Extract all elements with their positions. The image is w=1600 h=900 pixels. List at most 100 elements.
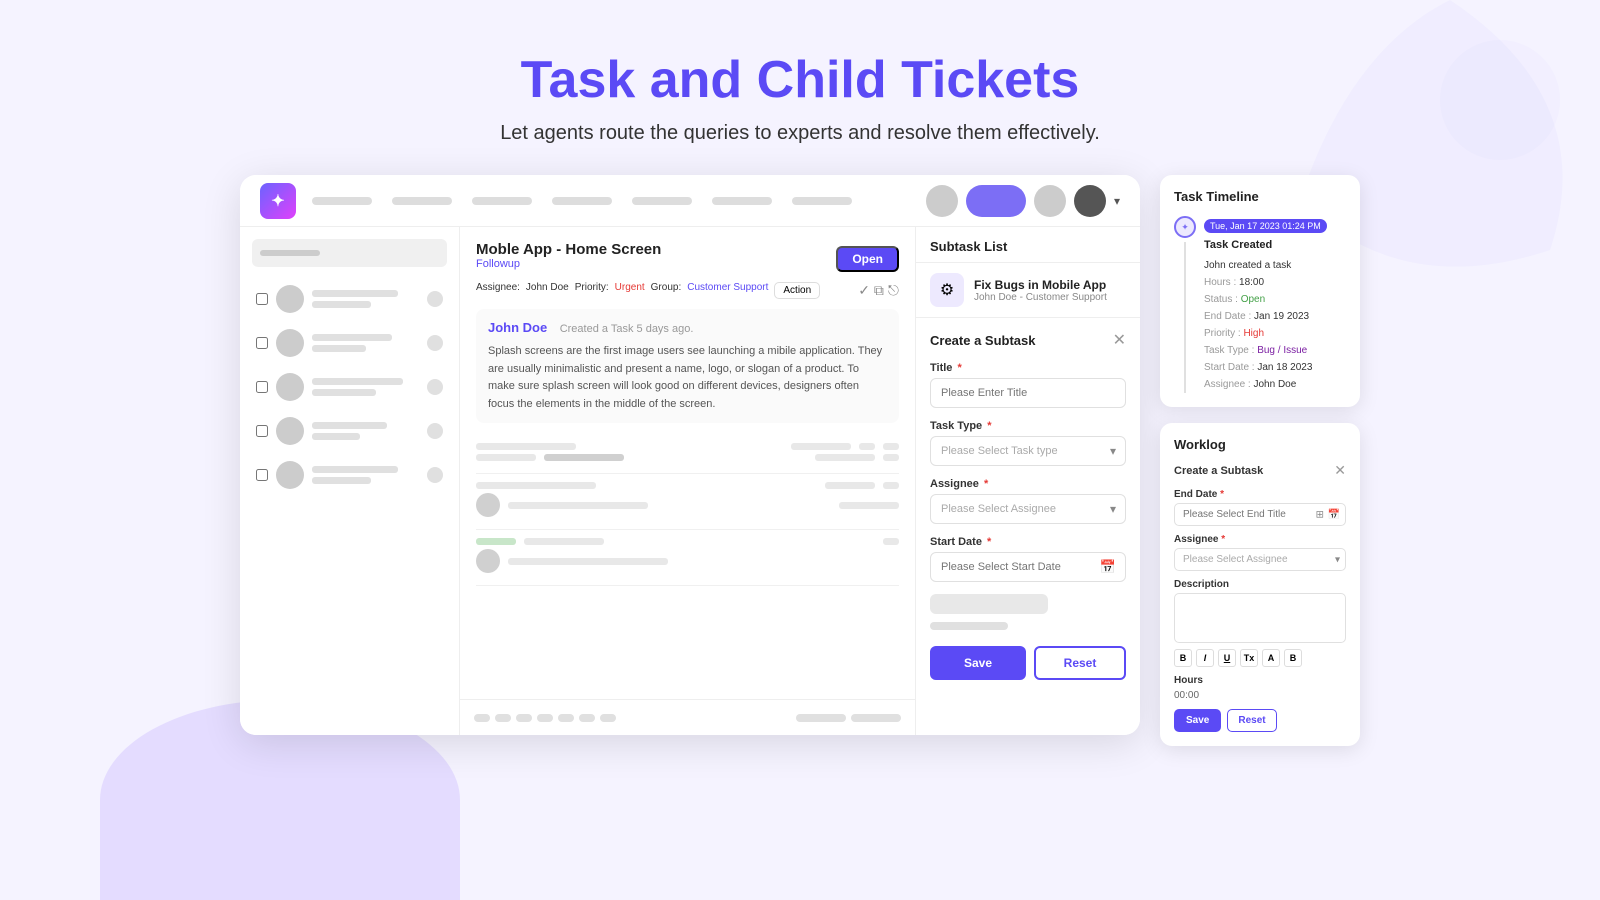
sidebar-checkbox[interactable]	[256, 469, 268, 481]
worklog-toolbar: B I U Tx A B	[1174, 649, 1346, 667]
list-item[interactable]	[476, 435, 899, 474]
reset-button[interactable]: Reset	[1034, 646, 1126, 680]
color-icon[interactable]: A	[1262, 649, 1280, 667]
start-date-wrapper: 📅	[930, 552, 1126, 582]
page-dot[interactable]	[474, 714, 490, 722]
start-date-field-group: Start Date * 📅	[930, 536, 1126, 582]
sidebar-lines	[312, 334, 419, 352]
nav-avatar-3	[1034, 185, 1066, 217]
text-icon[interactable]: Tx	[1240, 649, 1258, 667]
list-avatar	[476, 549, 500, 573]
list-avatar	[476, 493, 500, 517]
subtask-name: Fix Bugs in Mobile App	[974, 278, 1107, 292]
sidebar-checkbox[interactable]	[256, 293, 268, 305]
page-dot[interactable]	[516, 714, 532, 722]
sidebar-avatar	[276, 329, 304, 357]
chevron-down-icon: ▾	[1114, 194, 1120, 208]
form-placeholder-bar	[930, 594, 1048, 614]
sidebar-search[interactable]	[252, 239, 447, 267]
subtask-list-header: Subtask List	[916, 227, 1140, 263]
page-dot[interactable]	[579, 714, 595, 722]
nav-item[interactable]	[312, 197, 372, 205]
nav-avatar-2	[966, 185, 1026, 217]
nav-item[interactable]	[472, 197, 532, 205]
subtask-team: John Doe - Customer Support	[974, 292, 1107, 303]
task-type-select[interactable]: Please Select Task type	[930, 436, 1126, 466]
sidebar-checkbox[interactable]	[256, 337, 268, 349]
sidebar-avatar	[276, 285, 304, 313]
timeline-detail-row: Start Date : Jan 18 2023	[1204, 359, 1346, 376]
list-bar	[508, 558, 668, 565]
bold2-icon[interactable]: B	[1284, 649, 1302, 667]
timeline-detail-row: Priority : High	[1204, 325, 1346, 342]
nav-item[interactable]	[792, 197, 852, 205]
subtask-list-item[interactable]: ⚙ Fix Bugs in Mobile App John Doe - Cust…	[916, 263, 1140, 318]
timeline-title: Task Timeline	[1174, 189, 1346, 204]
nav-item[interactable]	[712, 197, 772, 205]
ticket-area: Moble App - Home Screen Followup Open As…	[460, 227, 915, 735]
sidebar-item[interactable]	[252, 411, 447, 451]
subtask-panel: Subtask List ⚙ Fix Bugs in Mobile App	[915, 227, 1140, 735]
page-dot[interactable]	[495, 714, 511, 722]
worklog-assignee-field: Assignee * Please Select Assignee ▾	[1174, 534, 1346, 571]
timeline-detail-row: End Date : Jan 19 2023	[1204, 308, 1346, 325]
sidebar-item[interactable]	[252, 367, 447, 407]
sidebar-line	[312, 477, 371, 484]
sidebar-line	[312, 389, 376, 396]
page-dot[interactable]	[558, 714, 574, 722]
page-dot[interactable]	[600, 714, 616, 722]
sidebar-dot	[427, 423, 443, 439]
worklog-save-button[interactable]: Save	[1174, 709, 1221, 732]
message-body: Splash screens are the first image users…	[488, 343, 887, 413]
page-nav-btn[interactable]	[851, 714, 901, 722]
assignee-select[interactable]: Please Select Assignee	[930, 494, 1126, 524]
action-button[interactable]: Action	[774, 282, 820, 299]
sidebar	[240, 227, 460, 735]
start-date-label: Start Date *	[930, 536, 1126, 548]
share-icon[interactable]: ⎋	[888, 282, 899, 299]
nav-item[interactable]	[632, 197, 692, 205]
ticket-pagination	[460, 699, 915, 735]
task-type-label: Task Type *	[930, 420, 1126, 432]
open-status-button[interactable]: Open	[836, 246, 899, 272]
nav-items	[312, 197, 910, 205]
timeline-dot: ✦	[1174, 216, 1196, 238]
nav-right: ▾	[926, 185, 1120, 217]
worklog-assignee-label: Assignee *	[1174, 534, 1346, 545]
worklog-hours-label: Hours	[1174, 675, 1346, 686]
nav-item[interactable]	[552, 197, 612, 205]
sidebar-item[interactable]	[252, 323, 447, 363]
list-item[interactable]	[476, 474, 899, 530]
sidebar-checkbox[interactable]	[256, 381, 268, 393]
worklog-description-area[interactable]	[1174, 593, 1346, 643]
title-input[interactable]	[930, 378, 1126, 408]
page-header: Task and Child Tickets Let agents route …	[0, 0, 1600, 175]
sidebar-checkbox[interactable]	[256, 425, 268, 437]
sidebar-lines	[312, 466, 419, 484]
list-item[interactable]	[476, 530, 899, 586]
italic-icon[interactable]: I	[1196, 649, 1214, 667]
page-nav-btn[interactable]	[796, 714, 846, 722]
worklog-form-title: Create a Subtask	[1174, 465, 1263, 477]
grid-icon: ⊞	[1316, 509, 1324, 520]
sidebar-line	[312, 301, 371, 308]
sidebar-item[interactable]	[252, 279, 447, 319]
close-icon[interactable]: ✕	[1113, 330, 1126, 350]
save-button[interactable]: Save	[930, 646, 1026, 680]
underline-icon[interactable]: U	[1218, 649, 1236, 667]
group-label: Group:	[651, 282, 682, 299]
sidebar-item[interactable]	[252, 455, 447, 495]
worklog-reset-button[interactable]: Reset	[1227, 709, 1276, 732]
task-type-select-wrapper: Please Select Task type ▾	[930, 436, 1126, 466]
check-icon[interactable]: ✓	[858, 282, 870, 299]
timeline-detail-row: John created a task	[1204, 257, 1346, 274]
app-window: ✦ ▾	[240, 175, 1140, 735]
subtask-icon: ⚙	[930, 273, 964, 307]
worklog-assignee-select[interactable]: Please Select Assignee	[1174, 548, 1346, 571]
start-date-input[interactable]	[930, 552, 1126, 582]
copy-icon[interactable]: ⧉	[874, 282, 884, 299]
close-icon[interactable]: ✕	[1334, 462, 1346, 479]
nav-item[interactable]	[392, 197, 452, 205]
page-dot[interactable]	[537, 714, 553, 722]
bold-icon[interactable]: B	[1174, 649, 1192, 667]
